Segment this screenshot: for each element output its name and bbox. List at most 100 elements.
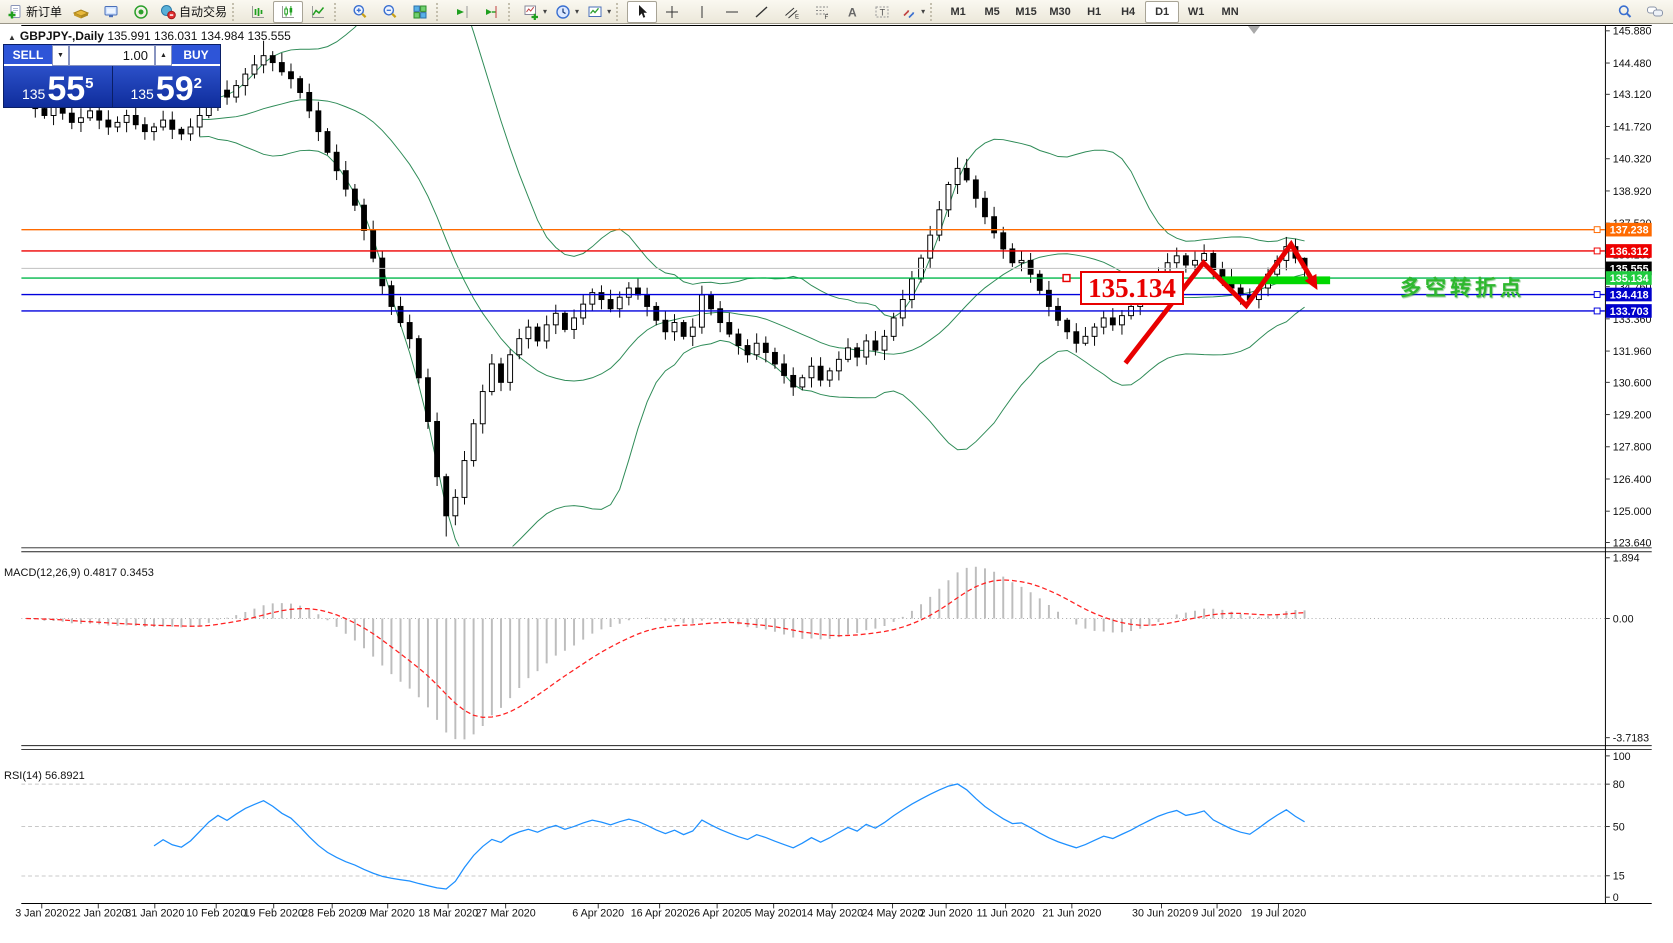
- toolbar-grip: [508, 3, 516, 21]
- dropdown-caret: ▾: [921, 7, 925, 16]
- buy-price-prefix: 135: [130, 84, 153, 104]
- new-chart-button[interactable]: ▾: [519, 1, 551, 23]
- timeframe-m5-button[interactable]: M5: [975, 1, 1009, 23]
- navigator-icon: [103, 4, 119, 20]
- price-chart-svg[interactable]: 145.880144.480143.120141.720140.320138.9…: [0, 24, 1673, 943]
- zoom-out-button[interactable]: [375, 1, 405, 23]
- svg-text:131.960: 131.960: [1613, 346, 1652, 358]
- ohlc-values: 135.991 136.031 134.984 135.555: [107, 29, 291, 43]
- svg-text:129.200: 129.200: [1613, 409, 1652, 421]
- horizontal-line-button[interactable]: [717, 1, 747, 23]
- line-chart-icon: [310, 4, 326, 20]
- date-label: 16 Apr 2020: [631, 908, 689, 920]
- text-label-button[interactable]: T: [867, 1, 897, 23]
- volume-input[interactable]: 1.00: [69, 45, 155, 66]
- turning-point-text[interactable]: 多空转折点: [1400, 272, 1525, 302]
- volume-decrease-button[interactable]: ▼: [52, 45, 69, 66]
- svg-text:A: A: [848, 5, 857, 19]
- timeframe-w1-button[interactable]: W1: [1179, 1, 1213, 23]
- chat-button[interactable]: [1640, 1, 1670, 23]
- navigator-button[interactable]: [96, 1, 126, 23]
- timeframe-mn-button[interactable]: MN: [1213, 1, 1247, 23]
- trendline-icon: [754, 4, 770, 20]
- text-button[interactable]: A: [837, 1, 867, 23]
- chart-shift-marker-icon[interactable]: [1248, 26, 1260, 34]
- svg-text:130.600: 130.600: [1613, 377, 1652, 389]
- svg-text:143.120: 143.120: [1613, 89, 1652, 101]
- svg-text:127.800: 127.800: [1613, 442, 1652, 454]
- template-icon: [587, 4, 603, 20]
- timeframe-h4-button[interactable]: H4: [1111, 1, 1145, 23]
- svg-text:140.320: 140.320: [1613, 154, 1652, 166]
- new-chart-icon: [523, 4, 539, 20]
- date-label: 18 Mar 2020: [418, 908, 478, 920]
- buy-button[interactable]: BUY: [172, 45, 220, 66]
- chart-shift-icon: [484, 4, 500, 20]
- line-handle[interactable]: [1594, 292, 1600, 298]
- volume-increase-button[interactable]: ▲: [155, 45, 172, 66]
- buy-price-sup: 2: [194, 75, 202, 92]
- svg-text:E: E: [795, 14, 799, 20]
- trendline-button[interactable]: [747, 1, 777, 23]
- sell-button[interactable]: SELL: [4, 45, 52, 66]
- timeframe-h1-button[interactable]: H1: [1077, 1, 1111, 23]
- arrows-button[interactable]: ▾: [897, 1, 929, 23]
- cursor-icon: [634, 4, 650, 20]
- zoom-out-icon: [382, 4, 398, 20]
- rsi-indicator-label: RSI(14) 56.8921: [4, 770, 85, 782]
- date-label: 9 Mar 2020: [361, 908, 415, 920]
- date-label: 26 Apr 2020: [688, 908, 746, 920]
- chart-shift-button[interactable]: [477, 1, 507, 23]
- timeframe-m1-button[interactable]: M1: [941, 1, 975, 23]
- collapse-panel-icon[interactable]: ▲: [8, 33, 16, 42]
- price-annotation-box[interactable]: 135.134: [1080, 271, 1184, 305]
- svg-text:137.238: 137.238: [1610, 225, 1649, 237]
- svg-text:80: 80: [1613, 779, 1625, 791]
- timeframe-m30-button[interactable]: M30: [1043, 1, 1077, 23]
- macd-indicator-label: MACD(12,26,9) 0.4817 0.3453: [4, 567, 154, 579]
- date-label: 14 May 2020: [801, 908, 863, 920]
- toolbar-grip: [930, 3, 938, 21]
- line-chart-button[interactable]: [303, 1, 333, 23]
- equidistant-channel-icon: E: [784, 4, 800, 20]
- signals-button[interactable]: [126, 1, 156, 23]
- bars-button[interactable]: [243, 1, 273, 23]
- autotrading-button[interactable]: 自动交易: [156, 1, 231, 23]
- buy-price-big: 59: [156, 74, 194, 104]
- line-handle[interactable]: [1594, 248, 1600, 254]
- templates-button[interactable]: ▾: [583, 1, 615, 23]
- svg-text:144.480: 144.480: [1613, 58, 1652, 70]
- zoom-in-button[interactable]: [345, 1, 375, 23]
- crosshair-button[interactable]: [657, 1, 687, 23]
- candles-button[interactable]: [273, 1, 303, 23]
- vertical-line-icon: [694, 4, 710, 20]
- market-watch-button[interactable]: [66, 1, 96, 23]
- auto-scroll-icon: [454, 4, 470, 20]
- line-handle[interactable]: [1594, 227, 1600, 233]
- fibonacci-button[interactable]: F: [807, 1, 837, 23]
- one-click-trade-panel: SELL ▼ 1.00 ▲ BUY 135 55 5 135 59 2: [3, 44, 221, 108]
- svg-text:1.894: 1.894: [1613, 553, 1640, 565]
- line-handle[interactable]: [1594, 308, 1600, 314]
- level-lines[interactable]: [21, 230, 1605, 311]
- auto-scroll-button[interactable]: [447, 1, 477, 23]
- channel-button[interactable]: E: [777, 1, 807, 23]
- text-a-icon: A: [844, 4, 860, 20]
- date-label: 10 Feb 2020: [186, 908, 246, 920]
- vertical-line-button[interactable]: [687, 1, 717, 23]
- date-label: 31 Jan 2020: [125, 908, 184, 920]
- buy-price[interactable]: 135 59 2: [113, 66, 221, 107]
- svg-text:141.720: 141.720: [1613, 121, 1652, 133]
- periods-button[interactable]: ▾: [551, 1, 583, 23]
- timeframe-d1-button[interactable]: D1: [1145, 1, 1179, 23]
- tile-windows-button[interactable]: [405, 1, 435, 23]
- crosshair-icon: [664, 4, 680, 20]
- new-order-label: 新订单: [26, 3, 62, 20]
- cursor-button[interactable]: [627, 1, 657, 23]
- chart-window[interactable]: 145.880144.480143.120141.720140.320138.9…: [0, 24, 1673, 943]
- sell-price[interactable]: 135 55 5: [4, 66, 113, 107]
- new-order-button[interactable]: 新订单: [3, 1, 66, 23]
- search-button[interactable]: [1610, 1, 1640, 23]
- timeframe-m15-button[interactable]: M15: [1009, 1, 1043, 23]
- label-anchor[interactable]: [1063, 275, 1070, 282]
